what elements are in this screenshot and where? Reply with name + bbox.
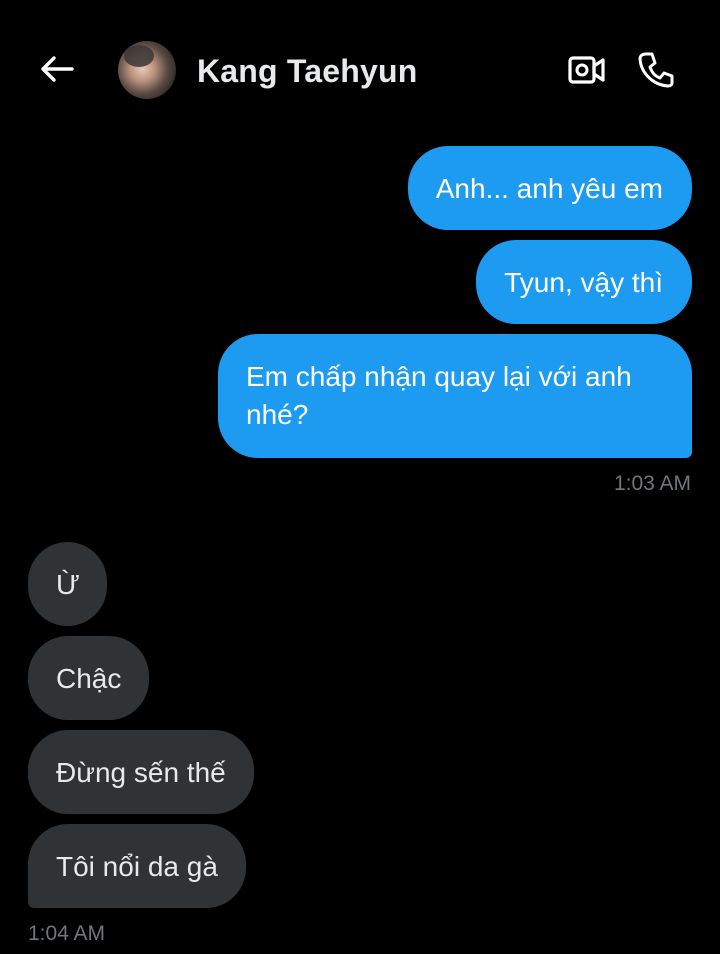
message-text: Em chấp nhận quay lại với anh nhé? bbox=[246, 361, 632, 430]
voice-call-button[interactable] bbox=[634, 48, 678, 92]
incoming-message[interactable]: Đừng sến thế bbox=[28, 730, 254, 814]
message-text: Đừng sến thế bbox=[56, 757, 226, 788]
message-text: Tyun, vậy thì bbox=[504, 267, 663, 298]
message-text: Ừ bbox=[56, 569, 80, 600]
chat-header: Kang Taehyun bbox=[0, 0, 720, 140]
message-text: Tôi nổi da gà bbox=[56, 851, 218, 882]
phone-icon bbox=[638, 52, 674, 88]
incoming-message[interactable]: Chậc bbox=[28, 636, 150, 720]
message-timestamp: 1:04 AM bbox=[28, 922, 106, 945]
contact-name[interactable]: Kang Taehyun bbox=[197, 53, 418, 90]
outgoing-message[interactable]: Em chấp nhận quay lại với anh nhé? bbox=[218, 334, 692, 458]
message-text: Anh... anh yêu em bbox=[435, 173, 663, 204]
outgoing-message[interactable]: Tyun, vậy thì bbox=[476, 240, 692, 324]
back-arrow-icon bbox=[41, 56, 74, 82]
incoming-message[interactable]: Tôi nổi da gà bbox=[28, 824, 246, 908]
avatar[interactable] bbox=[118, 41, 176, 99]
outgoing-message[interactable]: Anh... anh yêu em bbox=[407, 146, 692, 230]
video-camera-icon bbox=[568, 56, 605, 84]
message-timestamp: 1:03 AM bbox=[613, 472, 691, 495]
incoming-message[interactable]: Ừ bbox=[28, 542, 107, 626]
back-button[interactable] bbox=[36, 50, 78, 88]
video-call-button[interactable] bbox=[566, 50, 608, 90]
message-text: Chậc bbox=[56, 663, 122, 694]
